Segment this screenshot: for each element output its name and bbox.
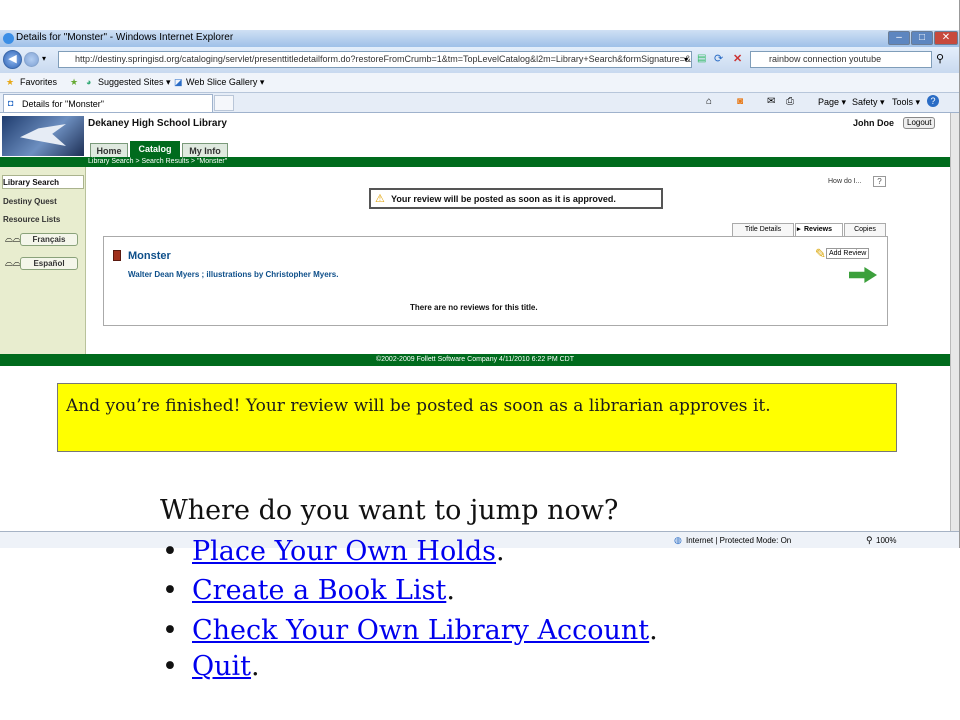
window-titlebar: Details for "Monster" - Windows Internet… [0,30,959,47]
help-button[interactable]: ? [873,176,886,187]
bullet-icon: • [162,575,178,606]
wolf-logo-icon [20,124,66,146]
list-item: • Quit. [162,651,260,682]
search-icon[interactable]: ⚲ [936,52,944,65]
left-sidebar: Library Search Destiny Quest Resource Li… [0,167,86,354]
no-reviews-text: There are no reviews for this title. [410,303,538,312]
suggested-sites-link[interactable]: Suggested Sites ▾ [98,77,171,88]
favorites-bar: ★ Favorites ★ ◕ Suggested Sites ▾ ◪ Web … [0,73,959,93]
stop-icon[interactable]: ✕ [733,52,742,65]
tab-home[interactable]: Home [90,143,128,157]
close-window-button[interactable]: ✕ [934,31,958,45]
security-zone-text: Internet | Protected Mode: On [686,536,792,545]
warning-icon: ⚠ [375,193,385,205]
tab-command-bar: ◘ Details for "Monster" ⌂ ◙ ✉ ⎙ Page ▾ S… [0,93,959,113]
author-text: Walter Dean Myers ; illustrations by Chr… [128,270,339,279]
refresh-icon[interactable]: ⟳ [714,52,723,65]
web-slice-icon: ◪ [174,77,183,87]
tab-catalog[interactable]: Catalog [130,141,180,157]
page-scrollbar[interactable] [950,113,959,531]
approval-message-text: Your review will be posted as soon as it… [391,194,616,204]
destiny-header: Dekaney High School Library John Doe Log… [0,113,950,157]
french-button[interactable]: Français [20,233,78,246]
address-bar-row: ◀ ▾ http://destiny.springisd.org/catalog… [0,47,959,73]
new-tab-button[interactable] [214,95,234,111]
address-dropdown-icon[interactable]: ▾ [684,55,688,64]
globe-icon: ◍ [674,535,682,545]
zoom-level[interactable]: 100% [876,536,896,545]
history-dropdown-icon[interactable]: ▾ [42,54,46,63]
title-detail-panel: Monster Walter Dean Myers ; illustration… [103,236,888,326]
page-menu[interactable]: Page ▾ [818,97,846,108]
browser-screenshot: Details for "Monster" - Windows Internet… [0,0,960,548]
minimize-button[interactable]: – [888,31,910,45]
safety-menu[interactable]: Safety ▾ [852,97,885,108]
ie-logo-icon [3,33,14,44]
logout-button[interactable]: Logout [903,117,936,129]
bullet-icon: • [162,651,178,682]
place-holds-link[interactable]: Place Your Own Holds [192,536,496,567]
tab-my-info[interactable]: My Info [182,143,228,157]
help-icon[interactable]: ? [927,95,939,107]
compatibility-icon[interactable]: ▤ [697,53,706,64]
instruction-callout: And you’re finished! Your review will be… [57,383,897,452]
list-item: • Check Your Own Library Account. [162,615,658,646]
search-input[interactable]: rainbow connection youtube [750,51,932,68]
approval-message: ⚠ Your review will be posted as soon as … [369,188,663,209]
breadcrumb-bar: Library Search > Search Results > "Monst… [0,157,950,167]
browser-tab-label: Details for "Monster" [22,99,104,109]
forward-button[interactable] [24,52,39,67]
glasses-icon: ⌓⌓ [5,234,21,245]
home-icon[interactable]: ⌂ [706,96,712,107]
sidebar-item-resource-lists[interactable]: Resource Lists [3,215,60,224]
bullet-icon: • [162,536,178,567]
mail-icon[interactable]: ✉ [767,96,775,107]
tab-reviews[interactable]: ▸ Reviews [795,223,843,236]
add-favorite-icon[interactable]: ★ [70,77,78,88]
sidebar-item-library-search[interactable]: Library Search [3,178,59,187]
tools-menu[interactable]: Tools ▾ [892,97,920,108]
footer-bar: ©2002-2009 Follett Software Company 4/11… [0,354,950,366]
tab-arrow-icon: ▸ [797,226,801,233]
main-content: How do I... ? ⚠ Your review will be post… [87,167,950,354]
favorites-button[interactable]: Favorites [20,77,57,87]
check-account-link[interactable]: Check Your Own Library Account [192,615,649,646]
maximize-button[interactable]: □ [911,31,933,45]
title-link[interactable]: Monster [128,250,171,262]
tab-title-details[interactable]: Title Details [732,223,794,236]
tab-reviews-label: Reviews [804,226,833,233]
jump-question: Where do you want to jump now? [160,495,619,526]
add-review-button[interactable]: Add Review [826,248,870,259]
tab-copies[interactable]: Copies [844,223,886,236]
print-icon[interactable]: ⎙ [786,96,794,107]
how-do-i-link[interactable]: How do I... [828,178,861,185]
school-logo [2,116,84,156]
next-arrow-icon[interactable] [849,267,877,283]
breadcrumb[interactable]: Library Search > Search Results > "Monst… [88,157,227,167]
feeds-icon[interactable]: ◙ [737,96,743,107]
bullet-icon: • [162,615,178,646]
page-favicon-icon: ◘ [8,98,14,108]
spanish-button[interactable]: Español [20,257,78,270]
book-icon [113,250,121,261]
window-title: Details for "Monster" - Windows Internet… [16,32,234,43]
user-name: John Doe [853,118,895,128]
create-book-list-link[interactable]: Create a Book List [192,575,446,606]
quit-link[interactable]: Quit [192,651,251,682]
back-button[interactable]: ◀ [3,50,22,69]
address-input[interactable]: http://destiny.springisd.org/cataloging/… [58,51,692,68]
list-item: • Create a Book List. [162,575,455,606]
glasses-icon: ⌓⌓ [5,258,21,269]
add-review-icon: ✎ [815,246,826,261]
suggested-sites-icon: ◕ [86,77,92,87]
list-item: • Place Your Own Holds. [162,536,505,567]
web-slice-gallery-link[interactable]: Web Slice Gallery ▾ [186,77,264,88]
zoom-icon: ⚲ [866,535,873,545]
sidebar-item-destiny-quest[interactable]: Destiny Quest [3,197,57,206]
browser-tab[interactable]: ◘ Details for "Monster" [3,94,213,112]
library-name: Dekaney High School Library [88,118,227,129]
favorites-star-icon: ★ [6,77,15,87]
copyright-text: ©2002-2009 Follett Software Company 4/11… [375,356,575,363]
